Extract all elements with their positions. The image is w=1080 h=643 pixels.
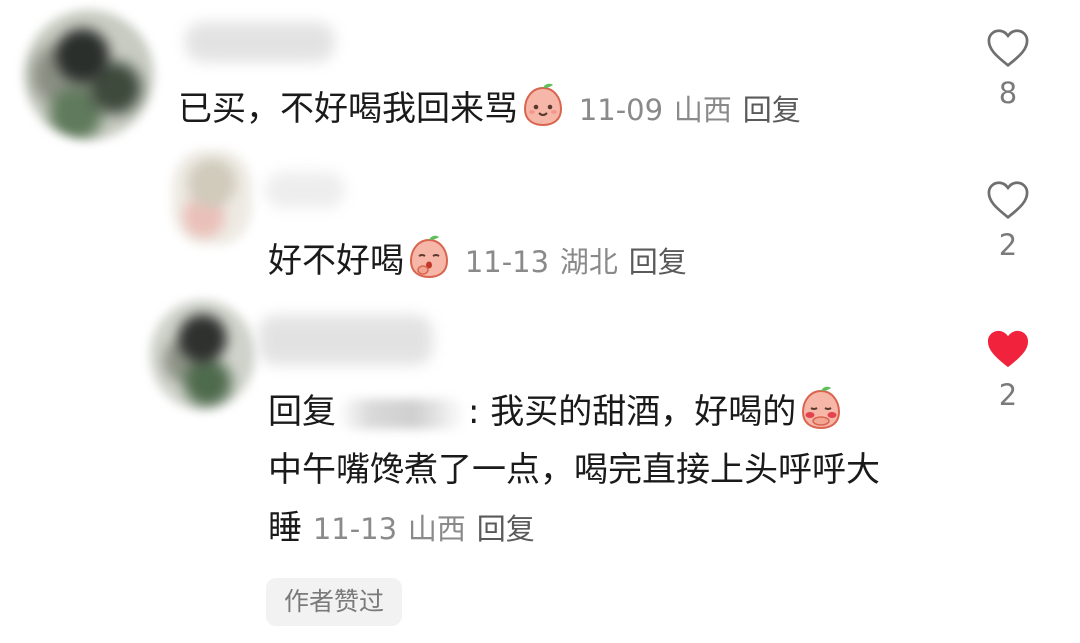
heart-filled-icon xyxy=(987,330,1029,368)
comment-date: 11-09 xyxy=(578,93,664,127)
comment-text: 好不好喝 xyxy=(268,241,404,281)
comment-location: 山西 xyxy=(673,93,732,127)
comment-date: 11-13 xyxy=(464,245,550,279)
username-blurred[interactable] xyxy=(258,315,433,365)
mentioned-user-blurred[interactable] xyxy=(338,398,466,429)
author-liked-badge: 作者赞过 xyxy=(266,578,403,626)
like-count: 2 xyxy=(998,228,1018,262)
comment-location: 山西 xyxy=(407,512,466,546)
blushing-peach-emoji xyxy=(802,386,841,430)
like-button[interactable]: 2 xyxy=(968,180,1048,262)
username-blurred[interactable] xyxy=(185,22,335,62)
avatar[interactable] xyxy=(150,300,255,410)
reply-comment: 回复: 我买的甜酒，好喝的 中午嘴馋煮了一点，喝完直接上头呼呼大睡 11-13 … xyxy=(268,383,908,558)
like-button[interactable]: 2 xyxy=(968,328,1048,412)
smiling-peach-emoji xyxy=(523,83,563,127)
reply-prefix: 回复 xyxy=(268,392,336,432)
avatar[interactable] xyxy=(172,150,252,245)
reply-button[interactable]: 回复 xyxy=(477,512,535,546)
comment-location: 湖北 xyxy=(559,245,618,279)
comment-main: 已买，不好喝我回来骂 11-09 山西 回复 xyxy=(178,80,801,139)
like-button[interactable]: 8 xyxy=(968,28,1048,110)
comment-text: 已买，不好喝我回来骂 xyxy=(178,89,518,129)
heart-outline-icon xyxy=(987,29,1029,68)
avatar[interactable] xyxy=(24,10,154,140)
comment-date: 11-13 xyxy=(312,512,398,546)
like-count: 8 xyxy=(998,76,1018,110)
comment-text: : 我买的甜酒，好喝的 xyxy=(468,392,797,432)
reply-button[interactable]: 回复 xyxy=(629,245,687,279)
like-count: 2 xyxy=(998,378,1018,412)
heart-outline-icon xyxy=(987,181,1029,220)
reply-comment: 好不好喝 11-13 湖北 回复 xyxy=(268,232,687,291)
thinking-peach-emoji xyxy=(409,235,449,279)
username-blurred[interactable] xyxy=(265,172,345,208)
reply-button[interactable]: 回复 xyxy=(743,93,801,127)
